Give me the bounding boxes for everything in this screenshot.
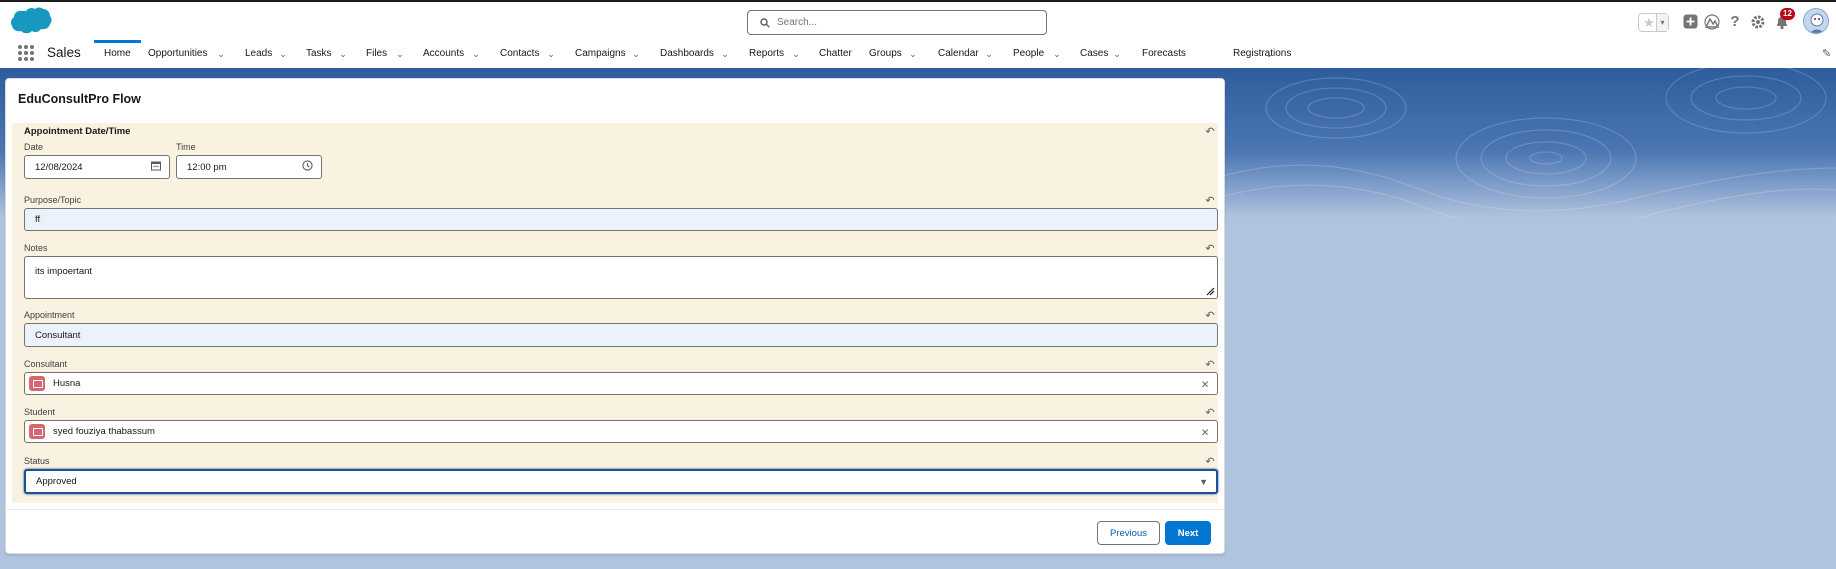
setup-gear-icon[interactable]: [1750, 14, 1766, 30]
purpose-topic-value: ff: [35, 214, 41, 225]
notification-count-badge: 12: [1780, 8, 1795, 20]
chevron-down-icon[interactable]: ▼: [1199, 477, 1208, 487]
nav-item-chatter[interactable]: Chatter: [819, 40, 852, 68]
nav-tasks-chevron-down-icon[interactable]: ⌄: [338, 49, 348, 59]
clear-selection-icon[interactable]: ×: [1201, 376, 1209, 391]
nav-contacts-chevron-down-icon[interactable]: ⌄: [546, 49, 556, 59]
resize-handle-icon[interactable]: [1206, 287, 1215, 296]
nav-item-opportunities[interactable]: Opportunities: [148, 40, 207, 68]
nav-item-campaigns[interactable]: Campaigns: [575, 40, 626, 68]
purpose-topic-input[interactable]: ff: [24, 208, 1218, 231]
nav-item-reports[interactable]: Reports: [749, 40, 784, 68]
clear-selection-icon[interactable]: ×: [1201, 424, 1209, 439]
flow-card: EduConsultPro Flow Appointment Date/Time…: [5, 78, 1225, 554]
notes-label: Notes: [24, 243, 48, 253]
footer-divider: [6, 509, 1224, 510]
app-name: Sales: [47, 45, 81, 60]
nav-registrations-chevron-down-icon[interactable]: ⌄: [1264, 49, 1274, 59]
student-label: Student: [24, 407, 56, 417]
undo-icon[interactable]: ↶: [1204, 359, 1216, 371]
nav-files-chevron-down-icon[interactable]: ⌄: [395, 49, 405, 59]
nav-item-contacts[interactable]: Contacts: [500, 40, 539, 68]
consultant-value: Husna: [53, 378, 81, 389]
nav-item-calendar[interactable]: Calendar: [938, 40, 979, 68]
favorites-button[interactable]: ★ ▾: [1638, 13, 1669, 32]
nav-people-chevron-down-icon[interactable]: ⌄: [1052, 49, 1062, 59]
appointment-value: Consultant: [35, 329, 81, 341]
purpose-topic-label: Purpose/Topic: [24, 195, 82, 205]
status-label: Status: [24, 456, 50, 466]
appointment-datetime-label: Appointment Date/Time: [24, 126, 131, 137]
undo-icon[interactable]: ↶: [1204, 407, 1216, 419]
flow-form: Appointment Date/Time ↶ Date Time 12/08/…: [12, 123, 1218, 503]
nav-campaigns-chevron-down-icon[interactable]: ⌄: [631, 49, 641, 59]
global-actions-add-icon[interactable]: [1682, 14, 1698, 30]
app-launcher-icon[interactable]: [18, 45, 34, 61]
student-record-icon: [29, 424, 45, 439]
status-value: Approved: [36, 476, 77, 487]
nav-leads-chevron-down-icon[interactable]: ⌄: [278, 49, 288, 59]
nav-item-leads[interactable]: Leads: [245, 40, 272, 68]
topographic-pattern: [1216, 68, 1836, 218]
nav-item-tasks[interactable]: Tasks: [306, 40, 332, 68]
nav-item-forecasts[interactable]: Forecasts: [1142, 40, 1186, 68]
nav-item-dashboards[interactable]: Dashboards: [660, 40, 714, 68]
favorites-dropdown-icon[interactable]: ▾: [1656, 14, 1668, 31]
salesforce-logo[interactable]: [8, 6, 52, 36]
flow-title: EduConsultPro Flow: [18, 92, 141, 106]
appointment-input[interactable]: Consultant: [24, 323, 1218, 347]
clock-icon[interactable]: [302, 160, 313, 174]
calendar-icon[interactable]: [151, 161, 161, 174]
undo-icon[interactable]: ↶: [1204, 126, 1216, 138]
consultant-label: Consultant: [24, 359, 68, 369]
global-header: Search... ★ ▾ ? 12: [0, 2, 1836, 40]
nav-item-people[interactable]: People: [1013, 40, 1044, 68]
search-icon: [760, 17, 770, 28]
trailhead-guidance-icon[interactable]: [1704, 14, 1720, 30]
time-label: Time: [176, 142, 196, 152]
undo-icon[interactable]: ↶: [1204, 195, 1216, 207]
nav-item-home[interactable]: Home: [94, 40, 141, 68]
notes-textarea[interactable]: its impoertant: [24, 256, 1218, 299]
nav-groups-chevron-down-icon[interactable]: ⌄: [908, 49, 918, 59]
search-placeholder: Search...: [777, 17, 818, 28]
consultant-record-icon: [29, 376, 45, 391]
help-icon[interactable]: ?: [1727, 14, 1743, 30]
user-avatar[interactable]: [1803, 8, 1829, 34]
previous-button[interactable]: Previous: [1097, 521, 1160, 545]
date-value: 12/08/2024: [35, 161, 83, 173]
global-search-input[interactable]: Search...: [747, 10, 1047, 35]
nav-cases-chevron-down-icon[interactable]: ⌄: [1112, 49, 1122, 59]
date-input[interactable]: 12/08/2024: [24, 155, 170, 179]
nav-item-files[interactable]: Files: [366, 40, 387, 68]
nav-item-registrations[interactable]: Registrations: [1233, 40, 1291, 68]
nav-calendar-chevron-down-icon[interactable]: ⌄: [984, 49, 994, 59]
favorites-star-icon[interactable]: ★: [1643, 15, 1655, 31]
nav-reports-chevron-down-icon[interactable]: ⌄: [791, 49, 801, 59]
nav-item-cases[interactable]: Cases: [1080, 40, 1108, 68]
status-select[interactable]: Approved ▼: [24, 469, 1218, 494]
undo-icon[interactable]: ↶: [1204, 243, 1216, 255]
date-label: Date: [24, 142, 44, 152]
nav-item-groups[interactable]: Groups: [869, 40, 902, 68]
undo-icon[interactable]: ↶: [1204, 310, 1216, 322]
nav-accounts-chevron-down-icon[interactable]: ⌄: [471, 49, 481, 59]
undo-icon[interactable]: ↶: [1204, 456, 1216, 468]
notes-value: its impoertant: [35, 266, 93, 277]
nav-item-accounts[interactable]: Accounts: [423, 40, 464, 68]
next-button[interactable]: Next: [1165, 521, 1211, 545]
student-value: syed fouziya thabassum: [53, 426, 155, 437]
nav-dashboards-chevron-down-icon[interactable]: ⌄: [720, 49, 730, 59]
edit-nav-pencil-icon[interactable]: ✎: [1822, 47, 1831, 60]
app-navigation-bar: Sales Home Opportunities ⌄ Leads ⌄ Tasks…: [0, 40, 1836, 68]
student-lookup[interactable]: syed fouziya thabassum ×: [24, 420, 1218, 443]
consultant-lookup[interactable]: Husna ×: [24, 372, 1218, 395]
appointment-label: Appointment: [24, 310, 75, 320]
time-input[interactable]: 12:00 pm: [176, 155, 322, 179]
time-value: 12:00 pm: [187, 161, 227, 173]
nav-opportunities-chevron-down-icon[interactable]: ⌄: [216, 49, 226, 59]
